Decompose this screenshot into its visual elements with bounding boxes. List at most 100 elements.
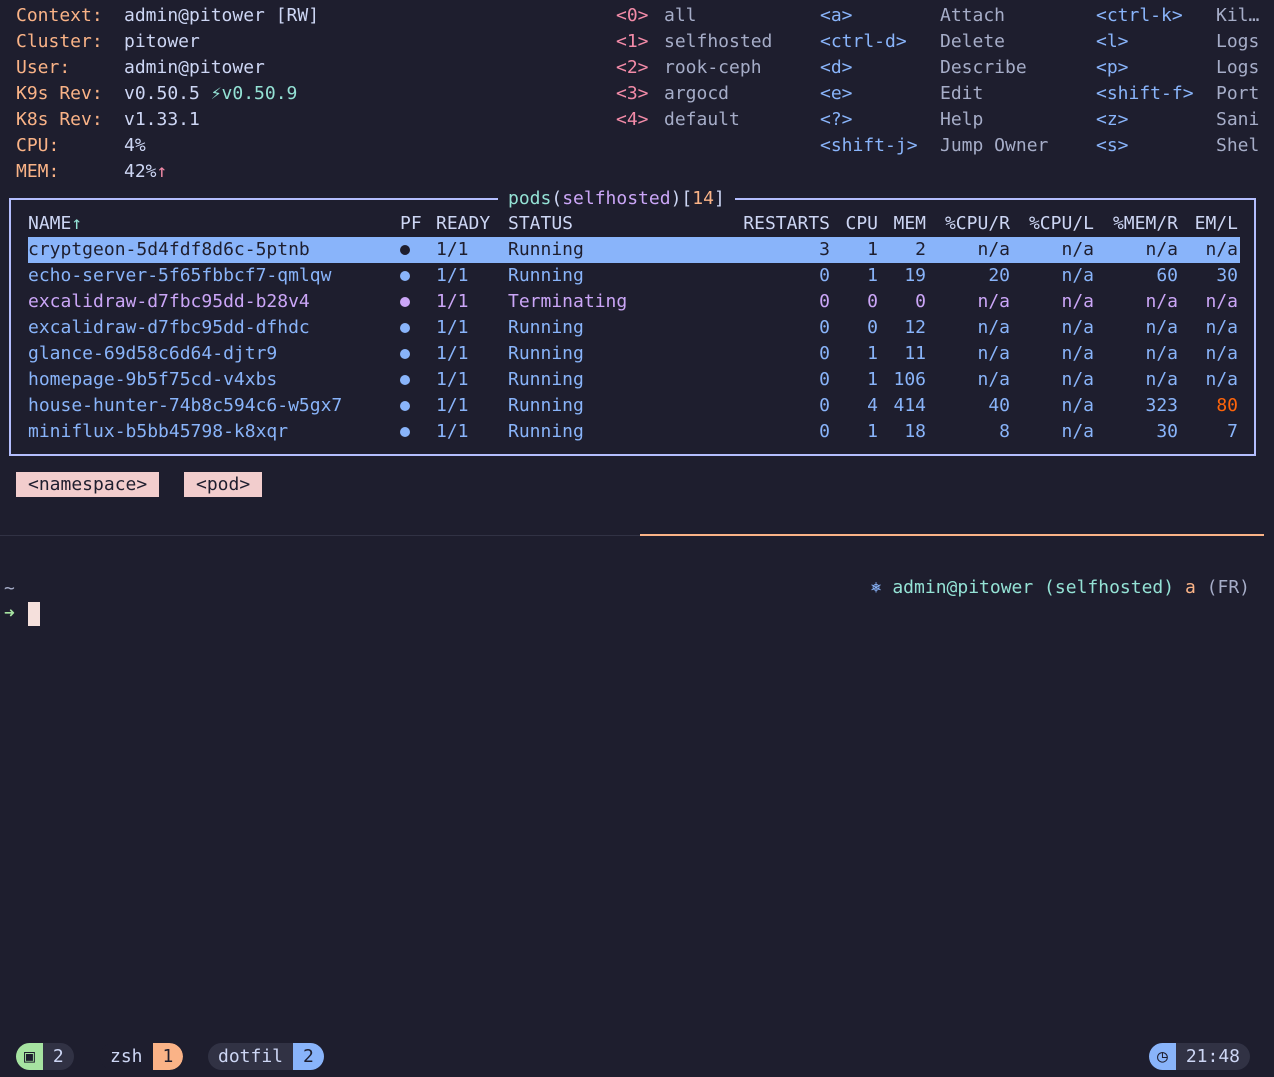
shortcut-key[interactable]: <d>: [820, 55, 853, 81]
pod-status: Terminating: [508, 291, 628, 312]
shortcut-action[interactable]: Help: [940, 107, 983, 133]
namespace-key[interactable]: <2>: [616, 55, 649, 81]
info-value-text: admin@pitower: [124, 57, 265, 78]
shortcut-action[interactable]: Sani: [1216, 107, 1259, 133]
col-restarts[interactable]: RESTARTS: [743, 211, 830, 237]
shortcut-key[interactable]: <ctrl-k>: [1096, 3, 1183, 29]
info-label: Cluster:: [16, 31, 103, 52]
col-cpu-r[interactable]: %CPU/R: [945, 211, 1010, 237]
window-zsh[interactable]: zsh 1: [100, 1043, 184, 1070]
pod-ready: 1/1: [436, 265, 469, 286]
pod-mem-r: n/a: [1145, 369, 1178, 390]
pod-cpu-l: n/a: [1061, 395, 1094, 416]
col-name[interactable]: NAME↑: [28, 211, 82, 237]
window-index: 1: [152, 1043, 184, 1070]
window-name: dotfil: [208, 1043, 294, 1070]
namespace-name[interactable]: rook-ceph: [664, 55, 762, 81]
shortcut-key[interactable]: <?>: [820, 107, 853, 133]
pod-cpu: 1: [867, 265, 878, 286]
col-pf[interactable]: PF: [400, 211, 422, 237]
table-row[interactable]: glance-69d58c6d64-djtr9 1/1 Running 0 1 11 n/a…: [28, 341, 1240, 367]
col-cpu[interactable]: CPU: [845, 211, 878, 237]
pod-cpu-l: n/a: [1061, 265, 1094, 286]
shortcut-action[interactable]: Port: [1216, 81, 1259, 107]
terminal-cursor[interactable]: [28, 602, 40, 626]
shortcut-key[interactable]: <p>: [1096, 55, 1129, 81]
port-forward-dot-icon: [400, 427, 410, 437]
shortcut-key[interactable]: <ctrl-d>: [820, 29, 907, 55]
info-label: MEM:: [16, 161, 60, 182]
shortcut-key[interactable]: <z>: [1096, 107, 1129, 133]
namespace-name[interactable]: selfhosted: [664, 29, 772, 55]
pod-mem: 12: [904, 317, 926, 338]
pod-status: Running: [508, 265, 584, 286]
pod-restarts: 0: [819, 291, 830, 312]
col-status[interactable]: STATUS: [508, 211, 573, 237]
info-value-text: admin@pitower [RW]: [124, 5, 320, 26]
shortcut-key[interactable]: <l>: [1096, 29, 1129, 55]
info-label: K8s Rev:: [16, 109, 103, 130]
table-row[interactable]: excalidraw-d7fbc95dd-b28v4 1/1 Terminating…: [28, 289, 1240, 315]
shortcut-action[interactable]: Shel: [1216, 133, 1259, 159]
port-forward-dot-icon: [400, 297, 410, 307]
info-value: 4%: [124, 133, 146, 159]
shortcut-action[interactable]: Logs: [1216, 29, 1259, 55]
pod-mem-r: 323: [1145, 395, 1178, 416]
shortcut-action[interactable]: Attach: [940, 3, 1005, 29]
info-value: v0.50.5 ⚡v0.50.9: [124, 81, 297, 107]
namespace-key[interactable]: <1>: [616, 29, 649, 55]
crumb-pod[interactable]: <pod>: [184, 472, 263, 497]
table-row[interactable]: house-hunter-74b8c594c6-w5gx7 1/1 Running 0…: [28, 393, 1240, 419]
port-forward-dot-icon: [400, 323, 410, 333]
shortcut-key[interactable]: <shift-j>: [820, 133, 918, 159]
shortcut-action[interactable]: Describe: [940, 55, 1027, 81]
namespace-key[interactable]: <4>: [616, 107, 649, 133]
window-index: 2: [293, 1043, 324, 1070]
shortcut-key[interactable]: <s>: [1096, 133, 1129, 159]
pod-ready: 1/1: [436, 421, 469, 442]
info-label: K9s Rev:: [16, 83, 103, 104]
table-row[interactable]: echo-server-5f65fbbcf7-qmlqw 1/1 Running 0 1…: [28, 263, 1240, 289]
port-forward-dot-icon: [400, 271, 410, 281]
pod-mem: 19: [904, 265, 926, 286]
pod-name: excalidraw-d7fbc95dd-b28v4: [28, 291, 310, 312]
shortcut-key[interactable]: <e>: [820, 81, 853, 107]
pod-cpu-r: 20: [988, 265, 1010, 286]
namespace-name[interactable]: argocd: [664, 81, 729, 107]
info-label: CPU:: [16, 135, 60, 156]
info-value: admin@pitower [RW]: [124, 3, 319, 29]
shortcut-key[interactable]: <a>: [820, 3, 853, 29]
crumb-namespace[interactable]: <namespace>: [16, 472, 160, 497]
col-ready[interactable]: READY: [436, 211, 490, 237]
col-cpu-l[interactable]: %CPU/L: [1029, 211, 1094, 237]
namespace-name[interactable]: all: [664, 3, 697, 29]
pod-mem-l: n/a: [1205, 343, 1238, 364]
table-row[interactable]: excalidraw-d7fbc95dd-dfhdc 1/1 Running 0 0 12…: [28, 315, 1240, 341]
pane-divider-active: [640, 534, 1264, 536]
table-row[interactable]: homepage-9b5f75cd-v4xbs 1/1 Running 0 1 106 n/…: [28, 367, 1240, 393]
pod-mem-l: n/a: [1205, 291, 1238, 312]
col-mem-r[interactable]: %MEM/R: [1113, 211, 1178, 237]
pod-name: homepage-9b5f75cd-v4xbs: [28, 369, 278, 390]
namespace-name[interactable]: default: [664, 107, 740, 133]
table-row[interactable]: cryptgeon-5d4fdf8d6c-5ptnb 1/1 Running 3 1 2 n…: [28, 237, 1240, 263]
window-dotfil[interactable]: dotfil 2: [208, 1043, 324, 1070]
session-pill[interactable]: ▣ 2: [16, 1043, 74, 1070]
shortcut-action[interactable]: Kil…: [1216, 3, 1259, 29]
shortcut-action[interactable]: Jump Owner: [940, 133, 1048, 159]
col-mem[interactable]: MEM: [893, 211, 926, 237]
shortcut-action[interactable]: Logs: [1216, 55, 1259, 81]
pod-cpu-l: n/a: [1061, 343, 1094, 364]
shortcut-action[interactable]: Edit: [940, 81, 983, 107]
shortcut-action[interactable]: Delete: [940, 29, 1005, 55]
namespace-key[interactable]: <3>: [616, 81, 649, 107]
shortcut-key[interactable]: <shift-f>: [1096, 81, 1194, 107]
table-row[interactable]: miniflux-b5bb45798-k8xqr 1/1 Running 0 1 18 8 n…: [28, 419, 1240, 445]
col-mem-l[interactable]: EM/L: [1195, 211, 1238, 237]
pod-mem-r: n/a: [1145, 317, 1178, 338]
namespace-key[interactable]: <0>: [616, 3, 649, 29]
pod-name: cryptgeon-5d4fdf8d6c-5ptnb: [28, 239, 310, 260]
info-value: 42%↑: [124, 159, 167, 185]
title-resource: pods: [508, 188, 552, 209]
table-title: pods(selfhosted)[14]: [498, 186, 735, 212]
